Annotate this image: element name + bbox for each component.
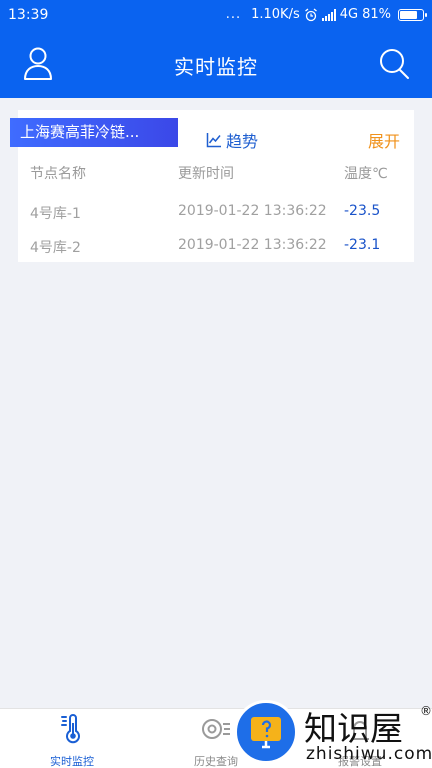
node-name: 4号库-1 (30, 206, 81, 222)
update-time: 2019-01-22 13:36:22 (178, 237, 327, 253)
column-header-time: 更新时间 (178, 166, 234, 182)
net-speed: 1.10K/s (251, 7, 300, 22)
status-time: 13:39 (8, 7, 49, 23)
node-name: 4号库-2 (30, 240, 81, 256)
company-name[interactable]: 上海赛高菲冷链... (10, 118, 178, 147)
status-right: ... 1.10K/s 4G 81% (225, 7, 427, 22)
battery-percent: 81% (362, 7, 391, 22)
chart-line-icon (206, 133, 221, 148)
column-header-temp: 温度℃ (344, 166, 388, 182)
tab-label: 实时监控 (50, 755, 94, 768)
watermark-url: zhishiwu.com (306, 744, 432, 764)
status-dots: ... (225, 7, 242, 22)
battery-icon (398, 8, 427, 21)
alarm-clock-icon (304, 7, 317, 21)
trend-button[interactable]: 趋势 (206, 128, 258, 152)
trend-label: 趋势 (226, 132, 259, 151)
tab-realtime-monitor[interactable]: 实时监控 (18, 709, 126, 768)
watermark-text: 知识屋 (304, 709, 403, 748)
question-monitor-icon (251, 717, 281, 749)
watermark-logo (234, 700, 298, 764)
thermometer-icon (61, 714, 80, 744)
network-type: 4G (339, 7, 359, 22)
watermark-registered: ® (420, 704, 432, 718)
temperature-value: -23.1 (344, 237, 381, 253)
update-time: 2019-01-22 13:36:22 (178, 203, 327, 219)
monitor-card: 上海赛高菲冷链... 趋势 展开 节点名称 更新时间 温度℃ 4号库-1 201… (10, 110, 414, 262)
column-header-name: 节点名称 (30, 166, 86, 182)
page-title: 实时监控 (174, 55, 258, 79)
signal-icon (321, 8, 336, 21)
status-bar: 13:39 ... 1.10K/s 4G 81% (0, 0, 432, 32)
search-icon[interactable] (378, 47, 410, 81)
watermark: 知识屋 ® zhishiwu.com (234, 700, 432, 768)
temperature-value: -23.5 (344, 203, 381, 219)
history-icon (202, 719, 230, 739)
expand-button[interactable]: 展开 (368, 128, 400, 152)
app-bar: 实时监控 (0, 32, 432, 98)
